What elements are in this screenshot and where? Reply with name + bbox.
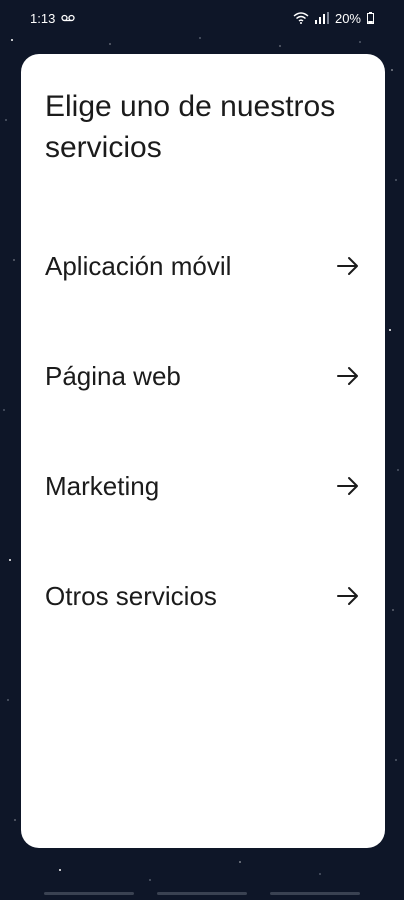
status-right: 20% [293,11,374,26]
arrow-right-icon [335,363,361,389]
service-item-web-page[interactable]: Página web [45,346,361,406]
status-time: 1:13 [30,10,56,26]
arrow-right-icon [335,473,361,499]
signal-icon [314,12,329,24]
services-card: Elige uno de nuestros servicios Aplicaci… [21,54,385,848]
voicemail-icon [61,14,75,22]
nav-home-button[interactable] [157,892,247,895]
service-label: Aplicación móvil [45,250,232,281]
service-item-other-services[interactable]: Otros servicios [45,566,361,626]
page-title: Elige uno de nuestros servicios [45,90,336,164]
wifi-icon [293,12,309,24]
service-item-marketing[interactable]: Marketing [45,456,361,516]
nav-recents-button[interactable] [270,892,360,895]
service-label: Marketing [45,470,160,501]
battery-percent: 20% [334,10,361,26]
arrow-right-icon [335,253,361,279]
navigation-bar [0,876,404,900]
arrow-right-icon [335,583,361,609]
service-label: Otros servicios [45,580,217,611]
service-item-mobile-app[interactable]: Aplicación móvil [45,236,361,296]
nav-back-button[interactable] [44,892,134,895]
status-left: 1:13 [30,11,75,26]
battery-icon [367,12,374,24]
service-label: Página web [45,360,181,391]
status-bar: 1:13 20% [0,0,404,36]
